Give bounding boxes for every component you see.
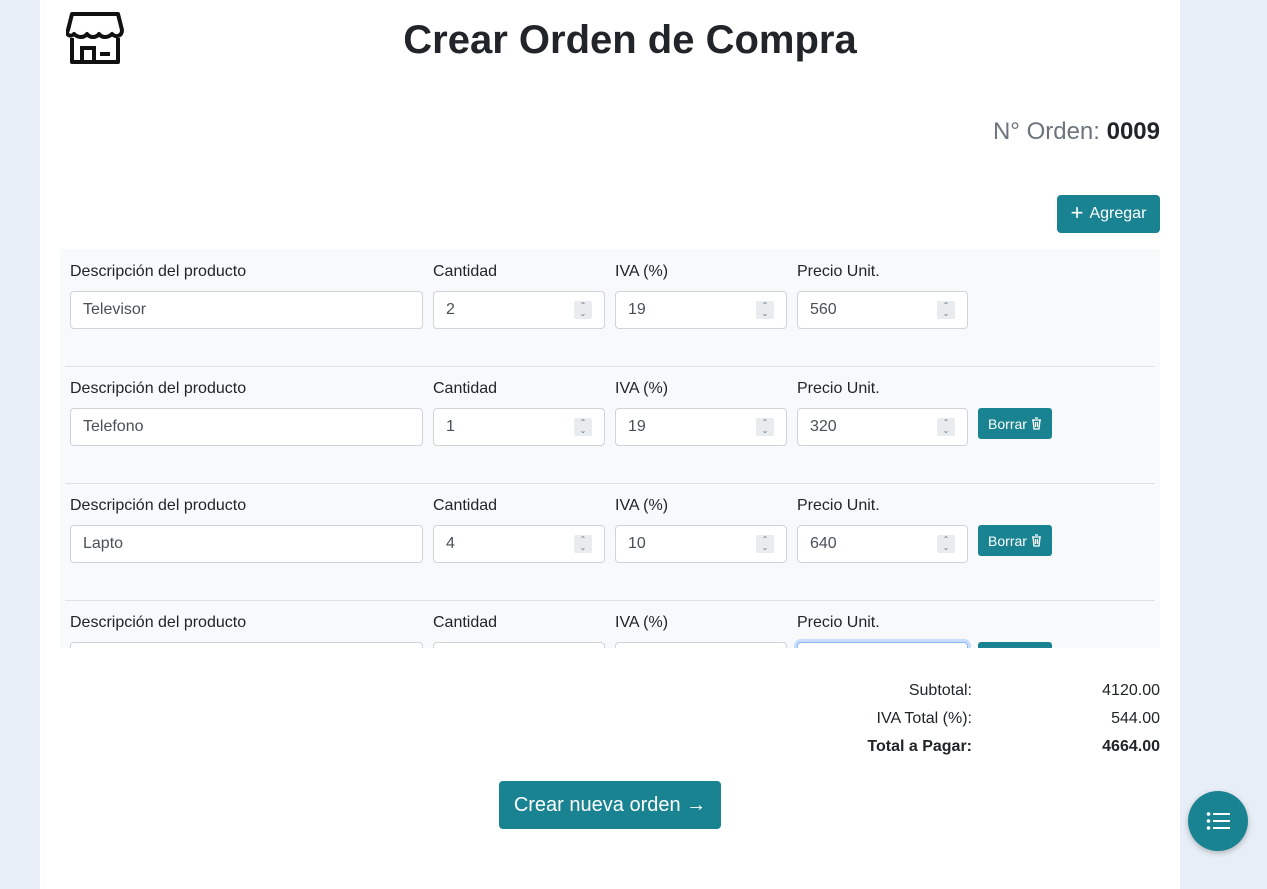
add-item-button[interactable]: + Agregar bbox=[1057, 195, 1160, 233]
price-label: Precio Unit. bbox=[797, 263, 880, 280]
iva-total-row: IVA Total (%): 544.00 bbox=[876, 710, 1160, 727]
item-row: Descripción del producto Cantidad IVA (%… bbox=[60, 483, 1160, 600]
subtotal-value: 4120.00 bbox=[1102, 682, 1160, 699]
item-row: Descripción del producto Cantidad IVA (%… bbox=[60, 366, 1160, 483]
spinner-icon[interactable]: ⌃ ⌄ bbox=[756, 535, 774, 553]
description-label: Descripción del producto bbox=[70, 614, 247, 631]
iva-input[interactable]: 10 ⌃ ⌄ bbox=[615, 525, 787, 563]
spinner-icon[interactable]: ⌃ ⌄ bbox=[937, 301, 955, 319]
total-row: Total a Pagar: 4664.00 bbox=[867, 738, 1160, 755]
delete-item-button[interactable]: Borrar bbox=[978, 408, 1052, 439]
description-input[interactable]: Televisor bbox=[70, 291, 423, 329]
list-icon bbox=[1206, 812, 1230, 830]
description-input[interactable]: Lapto bbox=[70, 525, 423, 563]
iva-input[interactable]: 19 ⌃ ⌄ bbox=[615, 291, 787, 329]
iva-label: IVA (%) bbox=[615, 614, 669, 631]
quantity-label: Cantidad bbox=[433, 614, 498, 631]
spinner-icon[interactable]: ⌃ ⌄ bbox=[574, 301, 592, 319]
quantity-label: Cantidad bbox=[433, 497, 498, 514]
trash-icon bbox=[1031, 534, 1041, 547]
order-number-value: 0009 bbox=[1106, 118, 1160, 145]
description-input[interactable]: Telefono bbox=[70, 408, 423, 446]
iva-input[interactable]: 19 ⌃ ⌄ bbox=[615, 408, 787, 446]
quantity-input[interactable]: 4 ⌃ ⌄ bbox=[433, 525, 605, 563]
order-card: Crear Orden de Compra N° Orden: 0009 + A… bbox=[40, 0, 1180, 889]
description-label: Descripción del producto bbox=[70, 380, 247, 397]
quantity-input[interactable] bbox=[433, 642, 605, 648]
spinner-icon[interactable]: ⌃ ⌄ bbox=[937, 535, 955, 553]
page-title: Crear Orden de Compra bbox=[403, 18, 857, 62]
iva-input[interactable] bbox=[615, 642, 787, 648]
price-input[interactable]: 320 ⌃ ⌄ bbox=[797, 408, 968, 446]
total-value: 4664.00 bbox=[1102, 738, 1160, 755]
spinner-icon[interactable]: ⌃ ⌄ bbox=[937, 418, 955, 436]
iva-total-value: 544.00 bbox=[1111, 710, 1160, 727]
order-number: N° Orden: 0009 bbox=[992, 118, 1160, 145]
price-input[interactable]: 560 ⌃ ⌄ bbox=[797, 291, 968, 329]
spinner-icon[interactable]: ⌃ ⌄ bbox=[756, 418, 774, 436]
quantity-label: Cantidad bbox=[433, 380, 498, 397]
description-label: Descripción del producto bbox=[70, 497, 247, 514]
price-input[interactable] bbox=[797, 642, 968, 648]
item-row: Descripción del producto Cantidad IVA (%… bbox=[60, 249, 1160, 366]
quantity-label: Cantidad bbox=[433, 263, 498, 280]
description-label: Descripción del producto bbox=[70, 263, 247, 280]
price-label: Precio Unit. bbox=[797, 497, 880, 514]
price-input[interactable]: 640 ⌃ ⌄ bbox=[797, 525, 968, 563]
spinner-icon[interactable]: ⌃ ⌄ bbox=[574, 418, 592, 436]
price-label: Precio Unit. bbox=[797, 614, 880, 631]
subtotal-row: Subtotal: 4120.00 bbox=[908, 682, 1160, 699]
items-list[interactable]: Descripción del producto Cantidad IVA (%… bbox=[60, 249, 1160, 648]
description-input[interactable] bbox=[70, 642, 423, 648]
delete-item-button[interactable]: Borrar bbox=[978, 525, 1052, 556]
quantity-input[interactable]: 2 ⌃ ⌄ bbox=[433, 291, 605, 329]
spinner-icon[interactable]: ⌃ ⌄ bbox=[574, 535, 592, 553]
price-label: Precio Unit. bbox=[797, 380, 880, 397]
orders-list-button[interactable] bbox=[1188, 791, 1248, 851]
iva-label: IVA (%) bbox=[615, 497, 669, 514]
plus-icon: + bbox=[1070, 200, 1084, 225]
quantity-input[interactable]: 1 ⌃ ⌄ bbox=[433, 408, 605, 446]
iva-label: IVA (%) bbox=[615, 380, 669, 397]
iva-label: IVA (%) bbox=[615, 263, 669, 280]
delete-item-button[interactable] bbox=[978, 642, 1052, 648]
create-order-button[interactable]: Crear nueva orden → bbox=[499, 781, 721, 829]
trash-icon bbox=[1031, 417, 1041, 430]
item-row: Descripción del producto Cantidad IVA (%… bbox=[60, 600, 1160, 648]
spinner-icon[interactable]: ⌃ ⌄ bbox=[756, 301, 774, 319]
